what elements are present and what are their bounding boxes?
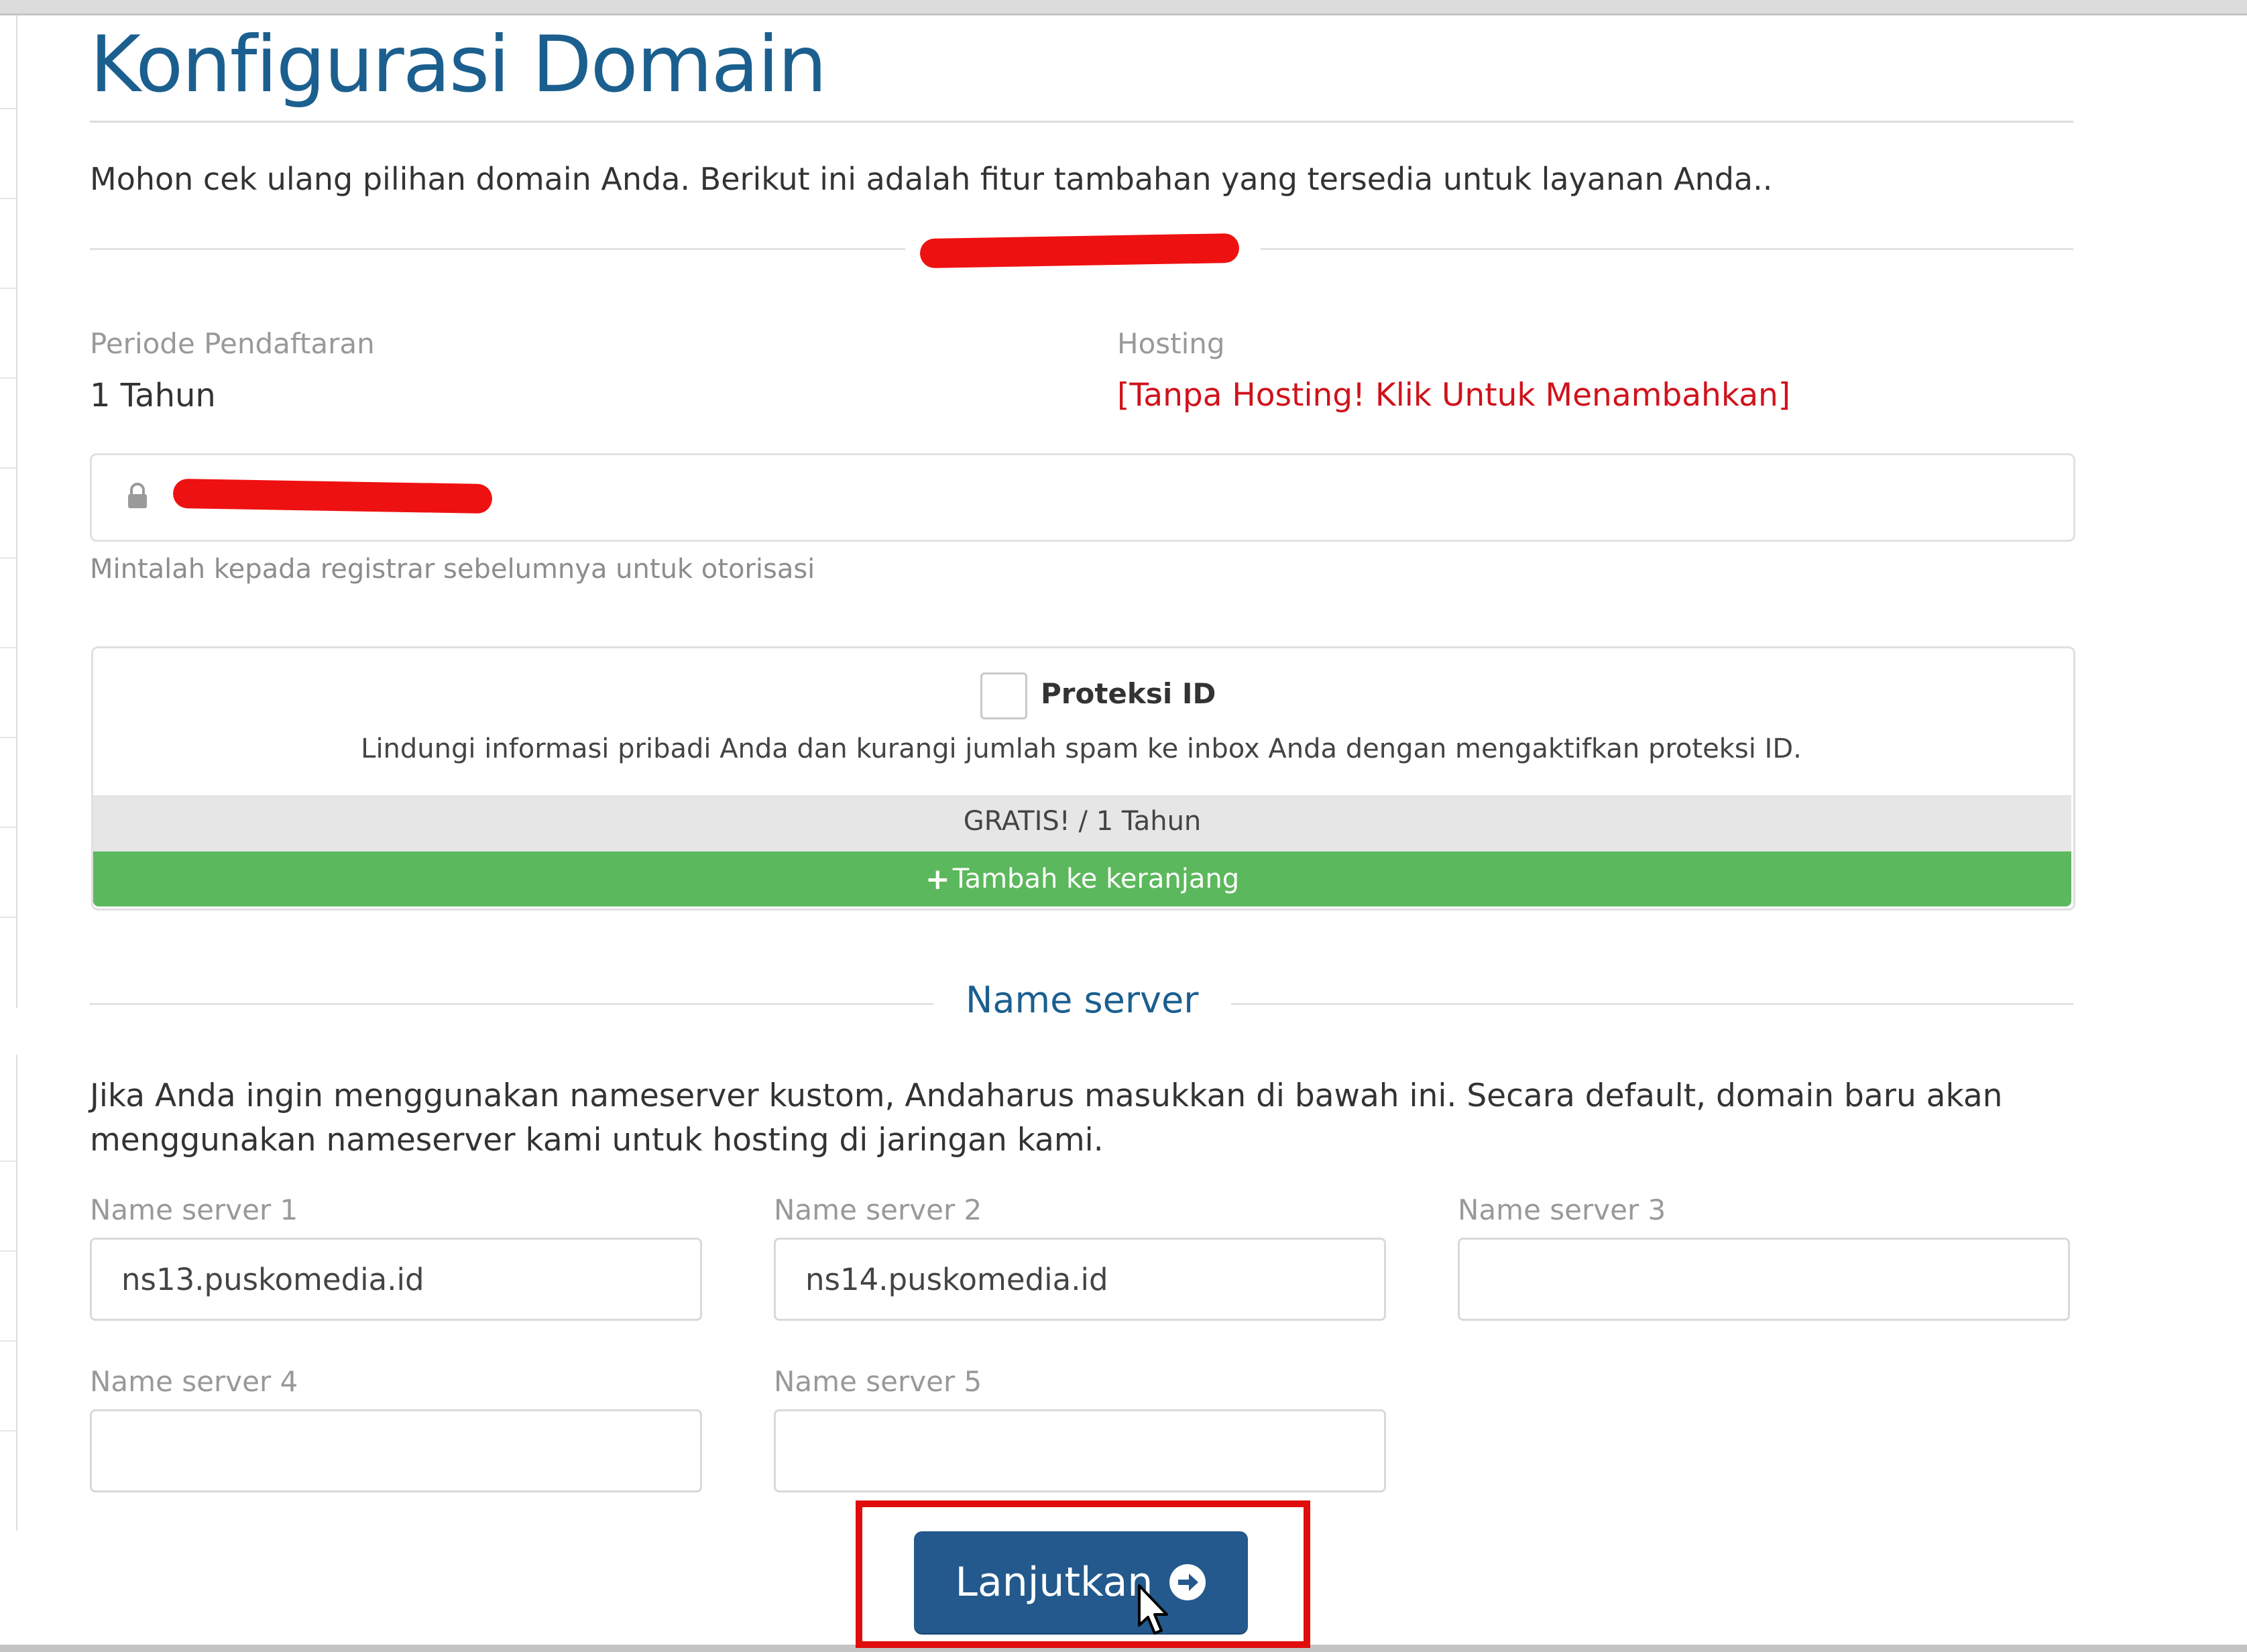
mouse-pointer-icon	[1138, 1584, 1168, 1635]
addon-price: GRATIS! / 1 Tahun	[963, 806, 1202, 837]
id-protection-checkbox[interactable]	[980, 672, 1027, 719]
ns3-label: Name server 3	[1458, 1193, 1666, 1226]
section-divider-right	[1261, 248, 2073, 250]
epp-helper-text: Mintalah kepada registrar sebelumnya unt…	[90, 554, 815, 585]
arrow-circle-right-icon	[1169, 1564, 1206, 1600]
addon-name: Proteksi ID	[1041, 677, 1216, 710]
sidebar-panel-bottom	[0, 1055, 17, 1531]
section-divider-left	[90, 248, 905, 250]
redacted-section-heading	[919, 233, 1240, 269]
hosting-label: Hosting	[1117, 327, 1225, 360]
nameserver-heading: Name server	[966, 979, 1199, 1021]
lock-icon	[128, 483, 147, 508]
addon-description: Lindungi informasi pribadi Anda dan kura…	[361, 733, 1802, 764]
ns4-label: Name server 4	[90, 1365, 298, 1398]
redacted-epp-value	[172, 478, 493, 514]
continue-button[interactable]: Lanjutkan	[914, 1531, 1248, 1633]
title-divider	[90, 121, 2073, 123]
sidebar-panel-top	[0, 15, 17, 1008]
window-top-border	[0, 0, 2247, 13]
continue-label: Lanjutkan	[955, 1559, 1153, 1606]
plus-icon: +	[925, 862, 950, 896]
page-title: Konfigurasi Domain	[90, 19, 827, 110]
page-intro: Mohon cek ulang pilihan domain Anda. Ber…	[90, 161, 1773, 197]
ns3-input[interactable]	[1458, 1238, 2070, 1321]
ns2-input[interactable]	[774, 1238, 1386, 1321]
ns1-input[interactable]	[90, 1238, 702, 1321]
add-to-cart-button[interactable]: + Tambah ke keranjang	[93, 851, 2071, 906]
period-label: Periode Pendaftaran	[90, 327, 375, 360]
ns5-label: Name server 5	[774, 1365, 982, 1398]
ns4-input[interactable]	[90, 1409, 702, 1492]
ns5-input[interactable]	[774, 1409, 1386, 1492]
period-value: 1 Tahun	[90, 377, 216, 414]
left-sidebar-edge	[0, 15, 17, 1645]
ns-divider-left	[90, 1003, 933, 1005]
ns2-label: Name server 2	[774, 1193, 982, 1226]
add-to-cart-label: Tambah ke keranjang	[952, 864, 1240, 894]
ns-divider-right	[1231, 1003, 2073, 1005]
nameserver-intro: Jika Anda ingin menggunakan nameserver k…	[90, 1077, 2003, 1159]
ns1-label: Name server 1	[90, 1193, 298, 1226]
add-hosting-link[interactable]: [Tanpa Hosting! Klik Untuk Menambahkan]	[1117, 377, 1790, 414]
